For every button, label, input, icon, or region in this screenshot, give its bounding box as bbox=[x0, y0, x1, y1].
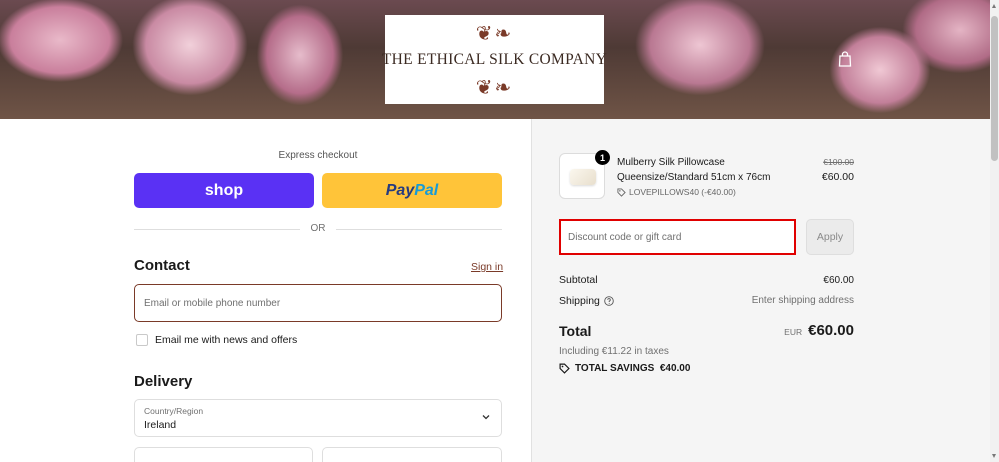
or-divider: OR bbox=[134, 223, 502, 235]
country-label: Country/Region bbox=[144, 406, 204, 416]
shipping-label: Shipping bbox=[559, 295, 600, 307]
total-savings: TOTAL SAVINGS €40.00 bbox=[559, 363, 690, 374]
help-icon[interactable] bbox=[604, 296, 614, 306]
total-amount: €60.00 bbox=[808, 322, 854, 339]
brand-logo[interactable]: ❦❧ THE ETHICAL SILK COMPANY ❦❧ bbox=[381, 15, 608, 104]
savings-tag-icon bbox=[559, 363, 570, 374]
contact-heading: Contact bbox=[134, 257, 190, 274]
paypal-label-pal: Pal bbox=[414, 181, 439, 199]
paypal-label-pay: Pay bbox=[385, 181, 415, 199]
logo-ornament-top: ❦❧ bbox=[475, 20, 514, 45]
brand-name: THE ETHICAL SILK COMPANY bbox=[381, 50, 608, 68]
subtotal-label: Subtotal bbox=[559, 274, 598, 286]
shop-pay-label: shop bbox=[204, 181, 244, 199]
original-price: €100.00 bbox=[823, 157, 854, 167]
scroll-down-arrow-icon[interactable] bbox=[992, 454, 996, 458]
shipping-row: Shipping bbox=[559, 295, 614, 307]
applied-discount: LOVEPILLOWS40 (-€40.00) bbox=[617, 187, 736, 197]
email-field[interactable] bbox=[134, 284, 502, 322]
scrollbar-thumb[interactable] bbox=[991, 16, 998, 161]
tag-icon bbox=[617, 187, 626, 197]
product-variant: Queensize/Standard 51cm x 76cm bbox=[617, 172, 771, 183]
discount-code: LOVEPILLOWS40 (-€40.00) bbox=[629, 187, 736, 197]
pillowcase-image bbox=[570, 169, 596, 185]
scroll-up-arrow-icon[interactable] bbox=[992, 4, 996, 8]
logo-ornament-bottom: ❦❧ bbox=[475, 74, 514, 99]
subtotal-value: €60.00 bbox=[823, 275, 854, 286]
country-select[interactable]: Country/Region Ireland bbox=[134, 399, 502, 437]
country-value: Ireland bbox=[144, 419, 177, 431]
shop-pay-button[interactable]: shop bbox=[134, 173, 314, 208]
page-scrollbar[interactable] bbox=[990, 0, 999, 462]
currency-code: EUR bbox=[784, 327, 803, 337]
first-name-field[interactable] bbox=[134, 447, 313, 462]
savings-text: TOTAL SAVINGS €40.00 bbox=[575, 363, 691, 374]
product-name: Mulberry Silk Pillowcase bbox=[617, 157, 725, 168]
newsletter-label: Email me with news and offers bbox=[155, 334, 298, 346]
shopping-bag-icon[interactable] bbox=[838, 51, 852, 67]
divider-line-right bbox=[336, 229, 502, 230]
sign-in-link[interactable]: Sign in bbox=[471, 261, 503, 273]
taxes-line: Including €11.22 in taxes bbox=[559, 346, 669, 357]
apply-button[interactable]: Apply bbox=[806, 219, 854, 255]
item-price: €60.00 bbox=[821, 171, 854, 183]
paypal-button[interactable]: Pay Pal bbox=[322, 173, 502, 208]
total-value: EUR €60.00 bbox=[784, 322, 854, 339]
discount-code-input[interactable] bbox=[559, 219, 796, 255]
express-checkout-label: Express checkout bbox=[278, 150, 358, 161]
shipping-value: Enter shipping address bbox=[751, 295, 854, 306]
delivery-heading: Delivery bbox=[134, 373, 193, 390]
last-name-field[interactable] bbox=[322, 447, 502, 462]
total-label: Total bbox=[559, 323, 592, 339]
quantity-badge: 1 bbox=[595, 150, 610, 165]
chevron-down-icon bbox=[482, 415, 490, 420]
newsletter-checkbox[interactable] bbox=[136, 334, 148, 346]
